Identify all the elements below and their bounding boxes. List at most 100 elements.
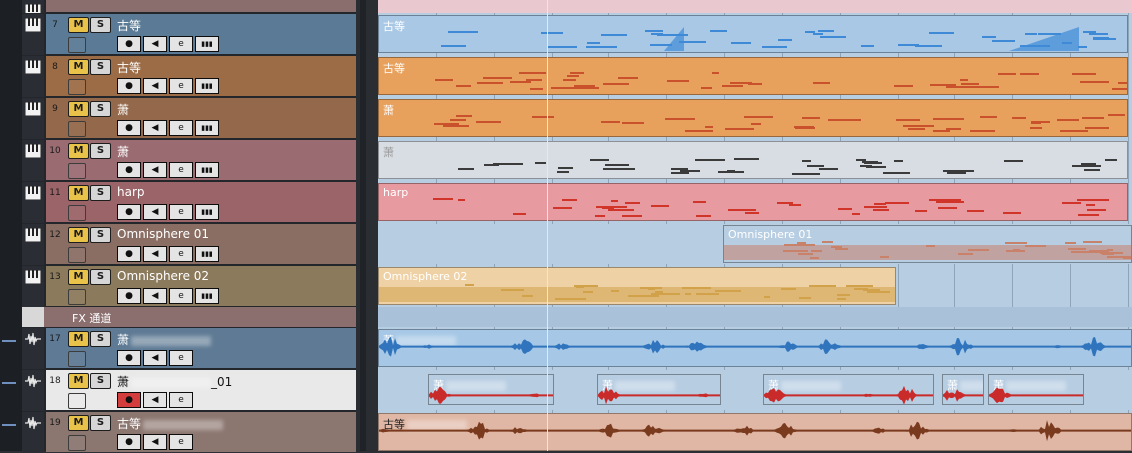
track-name[interactable]: 萧: [117, 331, 212, 348]
playhead-cursor[interactable]: [547, 0, 548, 451]
edit-e-icon[interactable]: e: [169, 434, 193, 450]
track-header-10[interactable]: 10 M S 萧 ● ◀ e ▮▮▮: [22, 140, 356, 181]
solo-button[interactable]: S: [90, 59, 111, 75]
track-header-12[interactable]: 12 M S Omnisphere 01 ● ◀ e ▮▮▮: [22, 224, 356, 265]
solo-button[interactable]: S: [90, 269, 111, 285]
keyboard-icon[interactable]: ▮▮▮: [195, 78, 219, 94]
record-icon[interactable]: ●: [117, 162, 141, 178]
track-header-19[interactable]: 19 M S 古等 ● ◀ e: [22, 412, 356, 453]
audio-event[interactable]: 萧: [763, 374, 934, 405]
keyboard-icon[interactable]: ▮▮▮: [195, 246, 219, 262]
record-icon[interactable]: ●: [117, 36, 141, 52]
mute-button[interactable]: M: [68, 227, 89, 243]
record-icon[interactable]: ●: [117, 288, 141, 304]
record-icon[interactable]: ●: [117, 78, 141, 94]
track-state-box[interactable]: [68, 121, 86, 137]
track-header-8[interactable]: 8 M S 古等 ● ◀ e ▮▮▮: [22, 56, 356, 97]
mute-button[interactable]: M: [68, 415, 89, 431]
track-state-box[interactable]: [68, 79, 86, 95]
speaker-icon[interactable]: ◀: [143, 288, 167, 304]
solo-button[interactable]: S: [90, 373, 111, 389]
track-name[interactable]: 萧: [117, 143, 129, 160]
arrange-window[interactable]: 古等 古等萧萧 harp Omnisphere 01 Omnisphere 02 萧萧萧萧…: [378, 0, 1132, 451]
mute-button[interactable]: M: [68, 331, 89, 347]
speaker-icon[interactable]: ◀: [143, 36, 167, 52]
audio-event[interactable]: 萧: [428, 374, 554, 405]
mute-button[interactable]: M: [68, 373, 89, 389]
track-header-18[interactable]: 18 M S 萧 _01 ● ◀ e: [22, 370, 356, 411]
speaker-icon[interactable]: ◀: [143, 392, 167, 408]
track-state-box[interactable]: [68, 289, 86, 305]
midi-part[interactable]: 古等: [378, 15, 1128, 53]
speaker-icon[interactable]: ◀: [143, 120, 167, 136]
keyboard-icon[interactable]: ▮▮▮: [195, 36, 219, 52]
edit-e-icon[interactable]: e: [169, 36, 193, 52]
track-header-13[interactable]: 13 M S Omnisphere 02 ● ◀ e ▮▮▮: [22, 266, 356, 307]
track-name[interactable]: 萧: [117, 101, 129, 118]
record-icon[interactable]: ●: [117, 204, 141, 220]
track-state-box[interactable]: [68, 37, 86, 53]
mute-button[interactable]: M: [68, 59, 89, 75]
splitter-bar[interactable]: [360, 0, 366, 451]
solo-button[interactable]: S: [90, 331, 111, 347]
record-icon[interactable]: ●: [117, 434, 141, 450]
keyboard-icon[interactable]: ▮▮▮: [195, 288, 219, 304]
track-header-11[interactable]: 11 M Sharp ● ◀ e ▮▮▮: [22, 182, 356, 223]
mute-button[interactable]: M: [68, 143, 89, 159]
speaker-icon[interactable]: ◀: [143, 204, 167, 220]
speaker-icon[interactable]: ◀: [143, 162, 167, 178]
speaker-icon[interactable]: ◀: [143, 246, 167, 262]
track-header-7[interactable]: 7 M S 古等 ● ◀ e ▮▮▮: [22, 14, 356, 55]
track-name[interactable]: Omnisphere 02: [117, 269, 209, 283]
audio-event[interactable]: 萧: [597, 374, 721, 405]
midi-part[interactable]: 萧: [378, 141, 1128, 179]
mute-button[interactable]: M: [68, 185, 89, 201]
track-state-box[interactable]: [68, 163, 86, 179]
solo-button[interactable]: S: [90, 227, 111, 243]
edit-e-icon[interactable]: e: [169, 120, 193, 136]
record-icon[interactable]: ●: [117, 350, 141, 366]
track-state-box[interactable]: [68, 351, 86, 367]
track-state-box[interactable]: [68, 435, 86, 451]
keyboard-icon[interactable]: ▮▮▮: [195, 162, 219, 178]
audio-event[interactable]: 萧: [378, 329, 1132, 367]
track-header-9[interactable]: 9 M S 萧 ● ◀ e ▮▮▮: [22, 98, 356, 139]
keyboard-icon[interactable]: ▮▮▮: [195, 120, 219, 136]
speaker-icon[interactable]: ◀: [143, 78, 167, 94]
solo-button[interactable]: S: [90, 143, 111, 159]
solo-button[interactable]: S: [90, 101, 111, 117]
keyboard-icon[interactable]: ▮▮▮: [195, 204, 219, 220]
mute-button[interactable]: M: [68, 101, 89, 117]
speaker-icon[interactable]: ◀: [143, 350, 167, 366]
speaker-icon[interactable]: ◀: [143, 434, 167, 450]
splitter[interactable]: [356, 0, 378, 451]
record-icon[interactable]: ●: [117, 120, 141, 136]
edit-e-icon[interactable]: e: [169, 78, 193, 94]
edit-e-icon[interactable]: e: [169, 350, 193, 366]
midi-part[interactable]: Omnisphere 02: [378, 267, 896, 305]
edit-e-icon[interactable]: e: [169, 246, 193, 262]
edit-e-icon[interactable]: e: [169, 288, 193, 304]
audio-event[interactable]: 萧: [942, 374, 984, 405]
audio-event[interactable]: 萧: [988, 374, 1084, 405]
mute-button[interactable]: M: [68, 17, 89, 33]
midi-part[interactable]: 古等: [378, 57, 1128, 95]
edit-e-icon[interactable]: e: [169, 204, 193, 220]
mute-button[interactable]: M: [68, 269, 89, 285]
track-state-box[interactable]: [68, 247, 86, 263]
solo-button[interactable]: S: [90, 185, 111, 201]
track-name[interactable]: Omnisphere 01: [117, 227, 209, 241]
track-name[interactable]: harp: [117, 185, 145, 199]
track-state-box[interactable]: [68, 205, 86, 221]
fx-folder-track[interactable]: FX 通道: [22, 307, 356, 327]
record-icon[interactable]: ●: [117, 392, 141, 408]
midi-part[interactable]: 萧: [378, 99, 1128, 137]
solo-button[interactable]: S: [90, 17, 111, 33]
audio-event[interactable]: 古等: [378, 413, 1132, 451]
track-name[interactable]: 萧 _01: [117, 373, 232, 390]
track-state-box[interactable]: [68, 393, 86, 409]
solo-button[interactable]: S: [90, 415, 111, 431]
track-name[interactable]: 古等: [117, 59, 141, 76]
track-row-partial[interactable]: [22, 0, 356, 13]
midi-part[interactable]: harp: [378, 183, 1128, 221]
